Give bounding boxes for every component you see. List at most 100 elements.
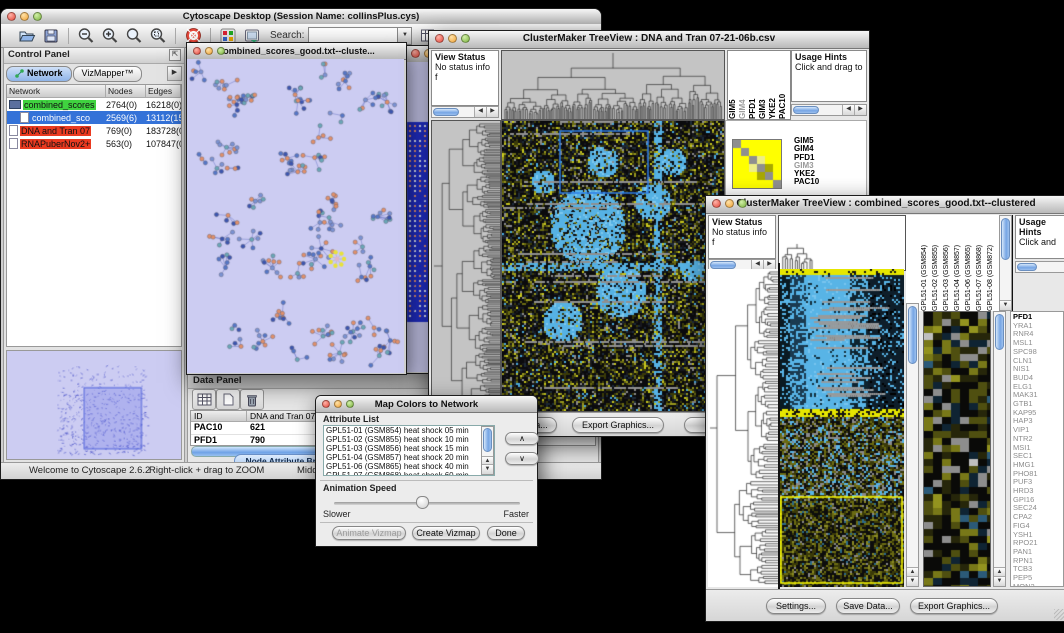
settings-button[interactable]: Settings... <box>766 598 826 614</box>
scroll-right-arrow[interactable]: ▶ <box>486 107 498 117</box>
export-graphics-button[interactable]: Export Graphics... <box>572 417 664 433</box>
view-status-text: No status info f <box>435 62 490 82</box>
correlation-matrix[interactable] <box>732 139 782 189</box>
close-button[interactable] <box>411 49 420 58</box>
save-button[interactable] <box>39 26 63 46</box>
dialog-title-bar[interactable]: Map Colors to Network <box>316 396 537 413</box>
select-attributes-button[interactable] <box>192 389 216 410</box>
scroll-left-arrow[interactable]: ◀ <box>842 105 854 115</box>
scroll-down-arrow[interactable]: ▼ <box>482 464 493 474</box>
move-up-button[interactable]: ∧ <box>505 432 539 445</box>
create-vizmap-button[interactable]: Create Vizmap <box>412 526 480 540</box>
zoom-in-button[interactable] <box>98 26 122 46</box>
zoom-selected-button[interactable] <box>146 26 170 46</box>
control-panel: Control Panel ⇱ Network VizMapper™ ▶ Net… <box>3 47 185 463</box>
usage-hints-text: Click and <box>1019 237 1056 247</box>
view-status-hscrollbar[interactable]: ◀▶ <box>431 106 499 118</box>
network-view-title-bar[interactable]: combined_scores_good.txt--cluste... <box>187 43 406 60</box>
usage-hints-title: Usage Hints <box>1019 217 1046 237</box>
zoom-out-button[interactable] <box>74 26 98 46</box>
network-list: Network Nodes Edges combined_scores 2764… <box>6 84 182 347</box>
network-overview-thumbnail[interactable] <box>6 350 182 460</box>
close-button[interactable] <box>7 12 16 21</box>
zoom-window-button[interactable] <box>217 47 225 55</box>
attribute-list-vscrollbar[interactable]: ▲ ▼ <box>481 426 494 475</box>
zoom-window-button[interactable] <box>33 12 42 21</box>
expression-heatmap[interactable] <box>780 269 904 587</box>
network-table-row[interactable]: combined_sco 2569(6) 13112(15) <box>7 111 181 124</box>
attribute-item[interactable]: GPL51-04 (GSM857) heat shock 20 min <box>324 453 494 462</box>
zoom-heatmap-view[interactable] <box>923 311 991 587</box>
view-status-text: No status info f <box>712 227 767 247</box>
minimize-button[interactable] <box>334 400 342 408</box>
usage-hints-hscrollbar[interactable] <box>1015 261 1064 273</box>
attribute-item[interactable]: GPL51-07 (GSM868) heat shock 60 min <box>324 471 494 476</box>
slider-thumb[interactable] <box>416 496 429 509</box>
close-button[interactable] <box>435 34 444 43</box>
zoom-window-button[interactable] <box>346 400 354 408</box>
main-title-bar[interactable]: Cytoscape Desktop (Session Name: collins… <box>1 9 601 25</box>
zoom-window-button[interactable] <box>738 199 747 208</box>
labels-vscrollbar[interactable]: ▼ <box>999 215 1012 311</box>
animate-vizmap-button[interactable]: Animate Vizmap <box>332 526 406 540</box>
save-data-button[interactable]: Save Data... <box>836 598 900 614</box>
zoom-vscrollbar[interactable]: ▲ ▼ <box>993 311 1006 587</box>
resize-grip[interactable] <box>1054 609 1064 620</box>
zoom-in-icon <box>101 27 119 45</box>
zoom-fit-button[interactable] <box>122 26 146 46</box>
gene-list-item[interactable]: MON2 <box>1013 583 1061 587</box>
row-dendrogram[interactable] <box>431 120 501 412</box>
zoom-window-button[interactable] <box>461 34 470 43</box>
tab-overflow-arrow[interactable]: ▶ <box>167 66 182 81</box>
treeview-dna-title: ClusterMaker TreeView : DNA and Tran 07-… <box>429 33 869 44</box>
expression-heatmap[interactable] <box>501 120 725 412</box>
minimize-button[interactable] <box>20 12 29 21</box>
usage-hints-hscrollbar[interactable]: ◀▶ <box>791 104 867 116</box>
scroll-left-arrow[interactable]: ◀ <box>474 107 486 117</box>
close-button[interactable] <box>322 400 330 408</box>
attribute-item[interactable]: GPL51-02 (GSM855) heat shock 10 min <box>324 435 494 444</box>
move-down-button[interactable]: ∨ <box>505 452 539 465</box>
column-dendrogram[interactable] <box>778 215 906 271</box>
new-attribute-button[interactable] <box>216 389 240 410</box>
array-column-label: GPL51-02 (GSM855) <box>932 217 943 311</box>
scroll-down-arrow[interactable]: ▼ <box>994 576 1005 586</box>
scroll-down-arrow[interactable]: ▼ <box>907 576 918 586</box>
treeview-dna-title-bar[interactable]: ClusterMaker TreeView : DNA and Tran 07-… <box>429 31 869 49</box>
attribute-list[interactable]: GPL51-01 (GSM854) heat shock 05 minGPL51… <box>323 425 495 476</box>
attribute-item[interactable]: GPL51-03 (GSM856) heat shock 15 min <box>324 444 494 453</box>
attribute-item[interactable]: GPL51-01 (GSM854) heat shock 05 min <box>324 426 494 435</box>
network-table-row[interactable]: combined_scores 2764(0) 16218(0) <box>7 98 181 111</box>
attribute-item[interactable]: GPL51-06 (GSM865) heat shock 40 min <box>324 462 494 471</box>
open-file-button[interactable] <box>15 26 39 46</box>
tab-network[interactable]: Network <box>6 66 72 82</box>
desktop: { "app": { "title": "Cytoscape Desktop (… <box>0 0 1064 633</box>
close-button[interactable] <box>193 47 201 55</box>
scroll-right-arrow[interactable]: ▶ <box>854 105 866 115</box>
export-graphics-button[interactable]: Export Graphics... <box>910 598 998 614</box>
zoom-selected-icon <box>149 27 167 45</box>
minimize-button[interactable] <box>725 199 734 208</box>
gene-label[interactable]: PAC10 <box>794 178 819 186</box>
network-table-row[interactable]: DNA and Tran 07 769(0) 183728(0) <box>7 124 181 137</box>
scroll-down-arrow[interactable]: ▼ <box>1000 300 1011 310</box>
new-document-icon <box>223 393 234 406</box>
network-graph-view[interactable] <box>187 59 404 373</box>
minimize-button[interactable] <box>205 47 213 55</box>
float-panel-icon[interactable]: ⇱ <box>169 49 181 61</box>
close-button[interactable] <box>712 199 721 208</box>
map-colors-dialog: Map Colors to Network Attribute List GPL… <box>315 395 538 547</box>
array-column-label: GPL51-06 (GSM865) <box>965 217 976 311</box>
tab-vizmapper[interactable]: VizMapper™ <box>73 66 143 82</box>
done-button[interactable]: Done <box>487 526 525 540</box>
treeview-combined-title-bar[interactable]: ClusterMaker TreeView : combined_scores_… <box>706 196 1064 214</box>
network-table-row[interactable]: RNAPuberNov2+ 563(0) 107847(0) <box>7 137 181 150</box>
column-dendrogram[interactable] <box>501 50 725 120</box>
delete-attribute-button[interactable] <box>240 389 264 410</box>
row-dendrogram[interactable] <box>708 269 778 587</box>
minimize-button[interactable] <box>448 34 457 43</box>
network-list-header: Network Nodes Edges <box>7 85 181 98</box>
network-view-window: combined_scores_good.txt--cluste... <box>186 42 407 375</box>
zoom-out-icon <box>77 27 95 45</box>
heatmap-vscrollbar[interactable]: ▲ ▼ <box>906 303 919 587</box>
